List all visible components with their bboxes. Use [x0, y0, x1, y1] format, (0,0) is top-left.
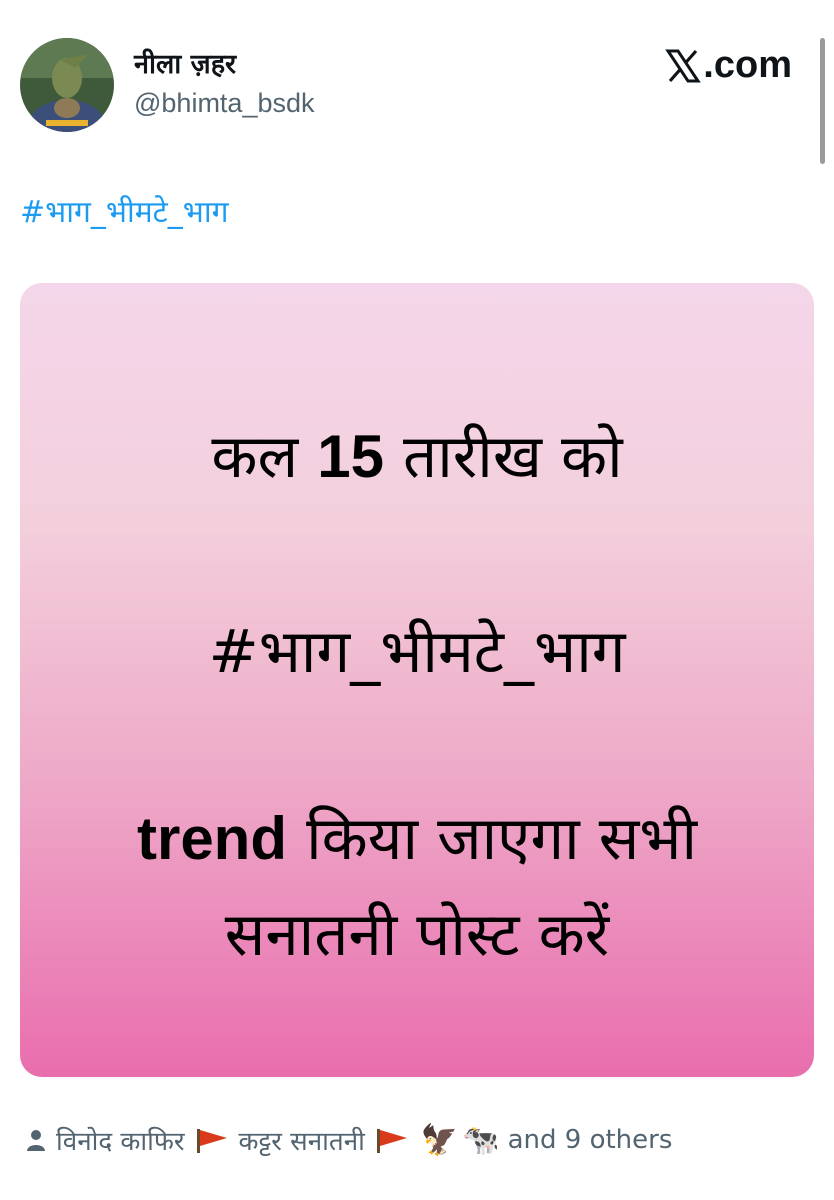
- x-brand[interactable]: .com: [665, 44, 792, 87]
- avatar[interactable]: [20, 38, 114, 132]
- liker-name-1[interactable]: विनोद काफिर: [56, 1122, 185, 1158]
- liker-name-2[interactable]: कट्टर सनातनी: [239, 1122, 365, 1158]
- others-count[interactable]: and 9 others: [508, 1125, 673, 1155]
- display-name[interactable]: नीला ज़हर: [134, 44, 236, 81]
- eagle-icon: 🦅: [420, 1122, 459, 1158]
- cow-icon: 🐄: [462, 1122, 500, 1158]
- scrollbar[interactable]: [820, 38, 825, 164]
- person-icon: [27, 1130, 45, 1151]
- media-line-4: सनातनी पोस्ट करें: [224, 900, 610, 970]
- media-line-1-prefix: कल: [211, 422, 299, 492]
- liked-by-bar[interactable]: विनोद काफिर कट्टर सनातनी 🦅 🐄 and 9 other…: [26, 1122, 672, 1158]
- media-line-3: trend किया जाएगा सभी: [20, 795, 814, 877]
- tweet-media-image[interactable]: कल 15 तारीख को #भाग_भीमटे_भाग trend किया…: [20, 283, 814, 1077]
- media-line-3-rest: किया जाएगा सभी: [306, 804, 698, 874]
- media-trend-word: trend: [136, 805, 287, 872]
- user-handle[interactable]: @bhimta_bsdk: [134, 88, 315, 119]
- media-line-1-suffix: तारीख को: [403, 422, 623, 492]
- x-logo-icon: [665, 49, 702, 82]
- media-date-number: 15: [317, 423, 384, 490]
- brand-label: .com: [703, 44, 792, 86]
- red-flag-icon: [196, 1129, 227, 1153]
- red-flag-icon: [376, 1129, 407, 1153]
- hashtag-link[interactable]: #भाग_भीमटे_भाग: [20, 190, 229, 231]
- media-line-1: कल 15 तारीख को: [20, 413, 814, 495]
- media-hashtag-text: #भाग_भीमटे_भाग: [208, 617, 626, 687]
